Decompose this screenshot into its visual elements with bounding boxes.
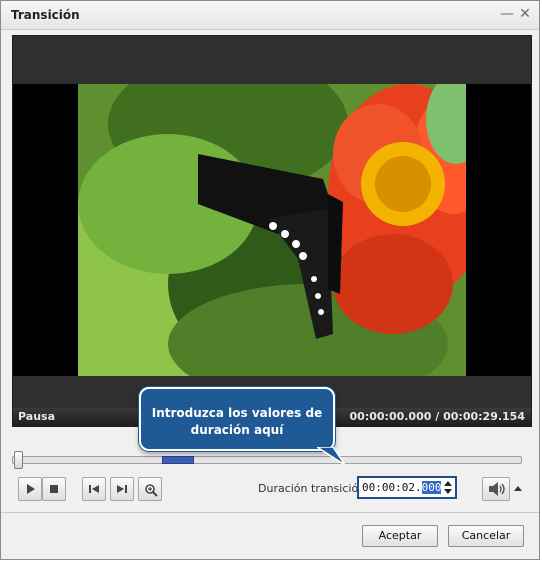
next-frame-button[interactable] [110, 477, 134, 501]
duration-input[interactable]: 00:00:02.000 [357, 476, 457, 499]
previous-frame-icon [89, 485, 99, 493]
duration-label: Duración transición: [258, 482, 369, 495]
play-icon [27, 484, 35, 494]
close-icon[interactable]: ✕ [517, 6, 533, 22]
video-viewer: Pausa 00:00:00.000 / 00:00:29.154 [12, 35, 532, 427]
duration-value: 00:00:02. [362, 481, 422, 494]
stop-button[interactable] [42, 477, 66, 501]
callout-line-1: Introduzca los valores de [151, 406, 323, 420]
time-readout: 00:00:00.000 / 00:00:29.154 [350, 408, 525, 426]
accept-button[interactable]: Aceptar [362, 525, 438, 547]
dropdown-arrow-icon [514, 486, 522, 491]
zoom-icon [145, 484, 158, 497]
callout-pointer [317, 447, 346, 466]
stop-icon [50, 485, 58, 493]
callout-box: Introduzca los valores de duración aquí [139, 387, 335, 451]
timeline-thumb[interactable] [14, 451, 23, 469]
current-time: 00:00:00.000 [349, 410, 432, 423]
cancel-button[interactable]: Cancelar [448, 525, 524, 547]
transition-dialog: Transición — ✕ Pausa 00:00:00.000 / 00:0… [0, 0, 540, 560]
callout-tooltip: Introduzca los valores de duración aquí [139, 387, 349, 466]
playback-state: Pausa [18, 410, 55, 423]
play-button[interactable] [18, 477, 42, 501]
divider [1, 512, 539, 513]
zoom-button[interactable] [138, 477, 162, 501]
window-title: Transición [11, 8, 80, 22]
time-separator: / [435, 410, 440, 423]
volume-button[interactable] [482, 477, 510, 501]
callout-line-2: duración aquí [190, 423, 284, 437]
video-frame [78, 84, 466, 376]
video-display [13, 84, 531, 376]
minimize-icon[interactable]: — [499, 6, 515, 22]
duration-value-selected: 000 [421, 481, 442, 494]
total-time: 00:00:29.154 [443, 410, 525, 423]
volume-dropdown[interactable] [512, 477, 524, 501]
previous-frame-button[interactable] [82, 477, 106, 501]
title-bar: Transición — ✕ [1, 1, 539, 30]
volume-icon [489, 482, 505, 496]
spin-up-icon[interactable] [444, 481, 452, 486]
video-still-butterfly-image [78, 84, 466, 376]
next-frame-icon [117, 485, 127, 493]
spin-down-icon[interactable] [444, 489, 452, 494]
